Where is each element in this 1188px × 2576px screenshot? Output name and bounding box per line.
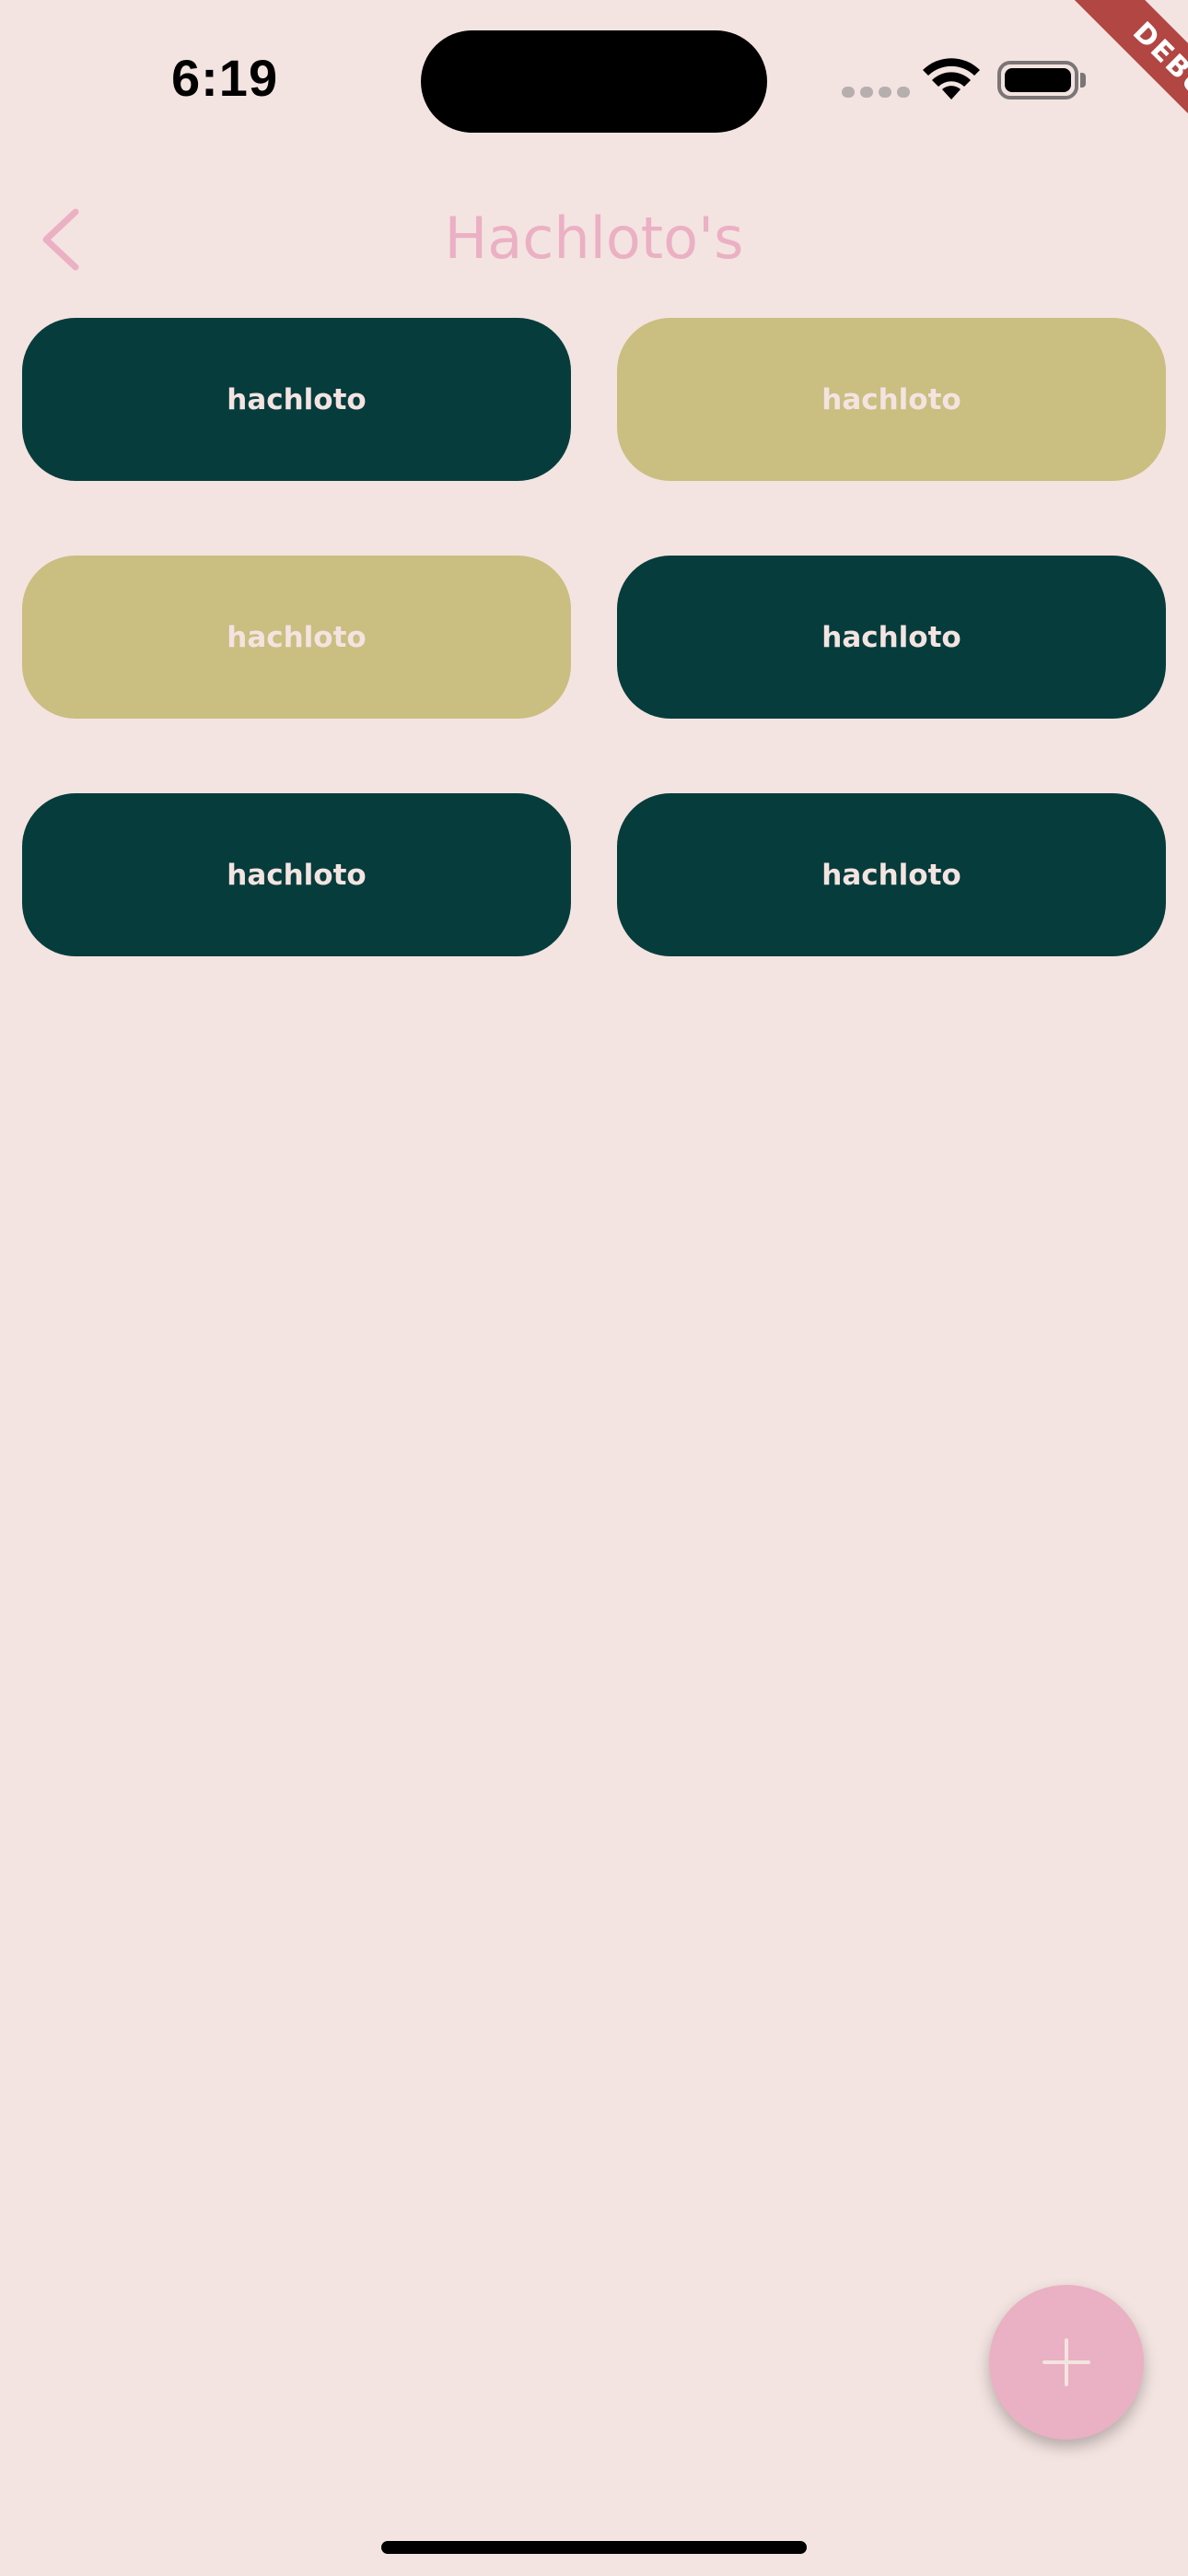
status-time: 6:19 bbox=[171, 49, 279, 107]
wifi-icon bbox=[923, 58, 980, 100]
tile-button[interactable]: hachloto bbox=[617, 556, 1166, 719]
tile-label: hachloto bbox=[821, 858, 961, 892]
page-title: Hachloto's bbox=[444, 205, 744, 272]
tile-label: hachloto bbox=[821, 620, 961, 654]
tile-label: hachloto bbox=[821, 382, 961, 416]
tile-button[interactable]: hachloto bbox=[22, 793, 571, 956]
dynamic-island bbox=[421, 30, 767, 133]
tile-button[interactable]: hachloto bbox=[22, 318, 571, 481]
tile-label: hachloto bbox=[227, 858, 367, 892]
tile-button[interactable]: hachloto bbox=[617, 793, 1166, 956]
plus-icon bbox=[1042, 2338, 1090, 2386]
tile-label: hachloto bbox=[227, 382, 367, 416]
tile-button[interactable]: hachloto bbox=[617, 318, 1166, 481]
home-indicator[interactable] bbox=[381, 2541, 807, 2554]
cellular-signal-icon bbox=[842, 87, 910, 98]
tile-grid: hachloto hachloto hachloto hachloto hach… bbox=[22, 318, 1166, 956]
tile-button[interactable]: hachloto bbox=[22, 556, 571, 719]
debug-banner: DEBUG bbox=[1013, 0, 1188, 175]
add-button[interactable] bbox=[989, 2285, 1144, 2440]
debug-banner-label: DEBUG bbox=[1063, 0, 1188, 175]
tile-label: hachloto bbox=[227, 620, 367, 654]
